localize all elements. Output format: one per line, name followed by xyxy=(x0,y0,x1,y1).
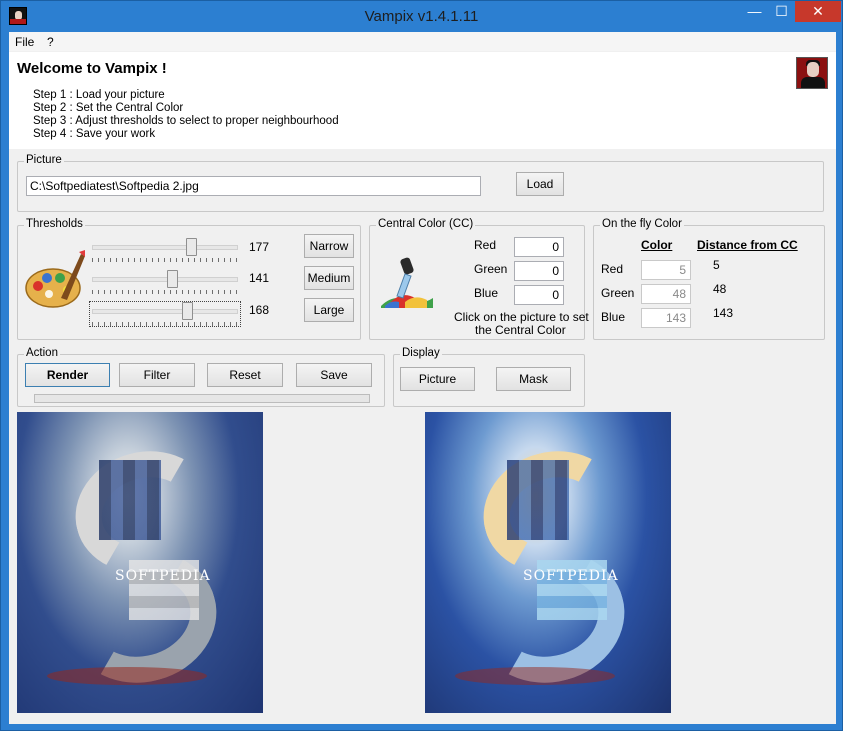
medium-button[interactable]: Medium xyxy=(304,266,354,290)
watermark-text-left: SOFTPEDIA xyxy=(115,568,211,584)
threshold-slider-3[interactable] xyxy=(89,301,241,327)
avatar-cape xyxy=(801,77,825,88)
display-mask-button[interactable]: Mask xyxy=(496,367,571,391)
slider-ticks xyxy=(92,258,238,262)
thresholds-group-label: Thresholds xyxy=(24,218,85,230)
action-group: Action Render Filter Reset Save xyxy=(17,347,385,407)
slider-track xyxy=(92,309,238,314)
title-bar[interactable]: Vampix v1.4.1.11 — ☐ ✕ xyxy=(1,1,842,31)
maximize-button[interactable]: ☐ xyxy=(768,1,795,22)
slider-thumb[interactable] xyxy=(186,238,197,256)
display-group-label: Display xyxy=(400,347,442,359)
step-3: Step 3 : Adjust thresholds to select to … xyxy=(33,115,339,127)
progress-bar xyxy=(34,394,370,403)
otf-green-label: Green xyxy=(601,286,635,300)
step-1: Step 1 : Load your picture xyxy=(33,89,165,101)
pixel-blocks-upper xyxy=(99,460,161,540)
otf-red-value xyxy=(641,260,691,280)
otf-green-value xyxy=(641,284,691,304)
cc-blue-label: Blue xyxy=(474,286,499,300)
original-picture-pane[interactable]: SOFTPEDIA xyxy=(17,412,263,713)
otf-red-label: Red xyxy=(601,262,624,276)
action-group-label: Action xyxy=(24,347,60,359)
threshold-value-2: 141 xyxy=(249,271,270,285)
distance-blue-value: 143 xyxy=(713,306,734,320)
red-dust-band xyxy=(47,667,207,685)
step-4: Step 4 : Save your work xyxy=(33,128,156,140)
steps-list: Step 1 : Load your picture Step 2 : Set … xyxy=(33,89,339,141)
cc-green-input[interactable] xyxy=(514,261,564,281)
thresholds-group: Thresholds 177 141 168 Narrow Medium Lar… xyxy=(17,218,361,340)
app-window: Vampix v1.4.1.11 — ☐ ✕ File ? Welcome to… xyxy=(0,0,843,731)
distance-green-value: 48 xyxy=(713,282,727,296)
cc-red-input[interactable] xyxy=(514,237,564,257)
threshold-slider-1[interactable] xyxy=(90,238,240,262)
slider-track xyxy=(92,277,238,282)
distance-red-value: 5 xyxy=(713,258,720,272)
menu-bar: File ? xyxy=(9,32,836,51)
slider-thumb[interactable] xyxy=(167,270,178,288)
slider-thumb[interactable] xyxy=(182,302,193,320)
minimize-button[interactable]: — xyxy=(741,1,768,22)
narrow-button[interactable]: Narrow xyxy=(304,234,354,258)
threshold-value-1: 177 xyxy=(249,240,270,254)
cc-hint-line1: Click on the picture to set xyxy=(454,310,589,324)
threshold-slider-2[interactable] xyxy=(90,270,240,294)
distance-header: Distance from CC xyxy=(697,238,798,252)
otf-blue-value xyxy=(641,308,691,328)
display-group: Display Picture Mask xyxy=(393,347,585,407)
large-button[interactable]: Large xyxy=(304,298,354,322)
welcome-panel: Welcome to Vampix ! Step 1 : Load your p… xyxy=(9,52,836,149)
cc-hint-line2: the Central Color xyxy=(475,323,566,337)
palette-icon xyxy=(23,248,87,312)
menu-file[interactable]: File xyxy=(15,35,34,49)
picture-group: Picture Load xyxy=(17,154,824,212)
save-button[interactable]: Save xyxy=(296,363,372,387)
picture-group-label: Picture xyxy=(24,154,64,166)
otf-blue-label: Blue xyxy=(601,310,626,324)
eyedropper-icon xyxy=(375,250,437,312)
slider-track xyxy=(92,245,238,250)
display-picture-button[interactable]: Picture xyxy=(400,367,475,391)
filter-button[interactable]: Filter xyxy=(119,363,195,387)
threshold-value-3: 168 xyxy=(249,303,270,317)
window-title: Vampix v1.4.1.11 xyxy=(364,8,479,25)
cc-green-label: Green xyxy=(474,262,508,276)
color-header: Color xyxy=(641,238,673,252)
central-color-group-label: Central Color (CC) xyxy=(376,218,476,230)
close-button[interactable]: ✕ xyxy=(795,1,841,22)
central-color-group: Central Color (CC) Red Green Blue Click … xyxy=(369,218,589,340)
picture-path-input[interactable] xyxy=(26,176,481,196)
red-dust-band xyxy=(455,667,615,685)
vampire-avatar-icon xyxy=(796,57,828,89)
reset-button[interactable]: Reset xyxy=(207,363,283,387)
render-button[interactable]: Render xyxy=(25,363,110,387)
pixel-blocks-upper xyxy=(507,460,569,540)
menu-help[interactable]: ? xyxy=(47,35,54,49)
welcome-title: Welcome to Vampix ! xyxy=(17,60,167,77)
step-2: Step 2 : Set the Central Color xyxy=(33,102,184,114)
avatar-head xyxy=(807,62,819,77)
cc-red-label: Red xyxy=(474,238,497,252)
processed-picture-pane[interactable]: SOFTPEDIA xyxy=(425,412,671,713)
slider-ticks xyxy=(92,322,238,326)
load-button[interactable]: Load xyxy=(516,172,564,196)
slider-ticks xyxy=(92,290,238,294)
client-area: File ? Welcome to Vampix ! Step 1 : Load… xyxy=(9,32,836,724)
watermark-text-right: SOFTPEDIA xyxy=(523,568,619,584)
on-the-fly-group-label: On the fly Color xyxy=(600,218,684,230)
cc-blue-input[interactable] xyxy=(514,285,564,305)
on-the-fly-group: On the fly Color Color Distance from CC … xyxy=(593,218,825,340)
